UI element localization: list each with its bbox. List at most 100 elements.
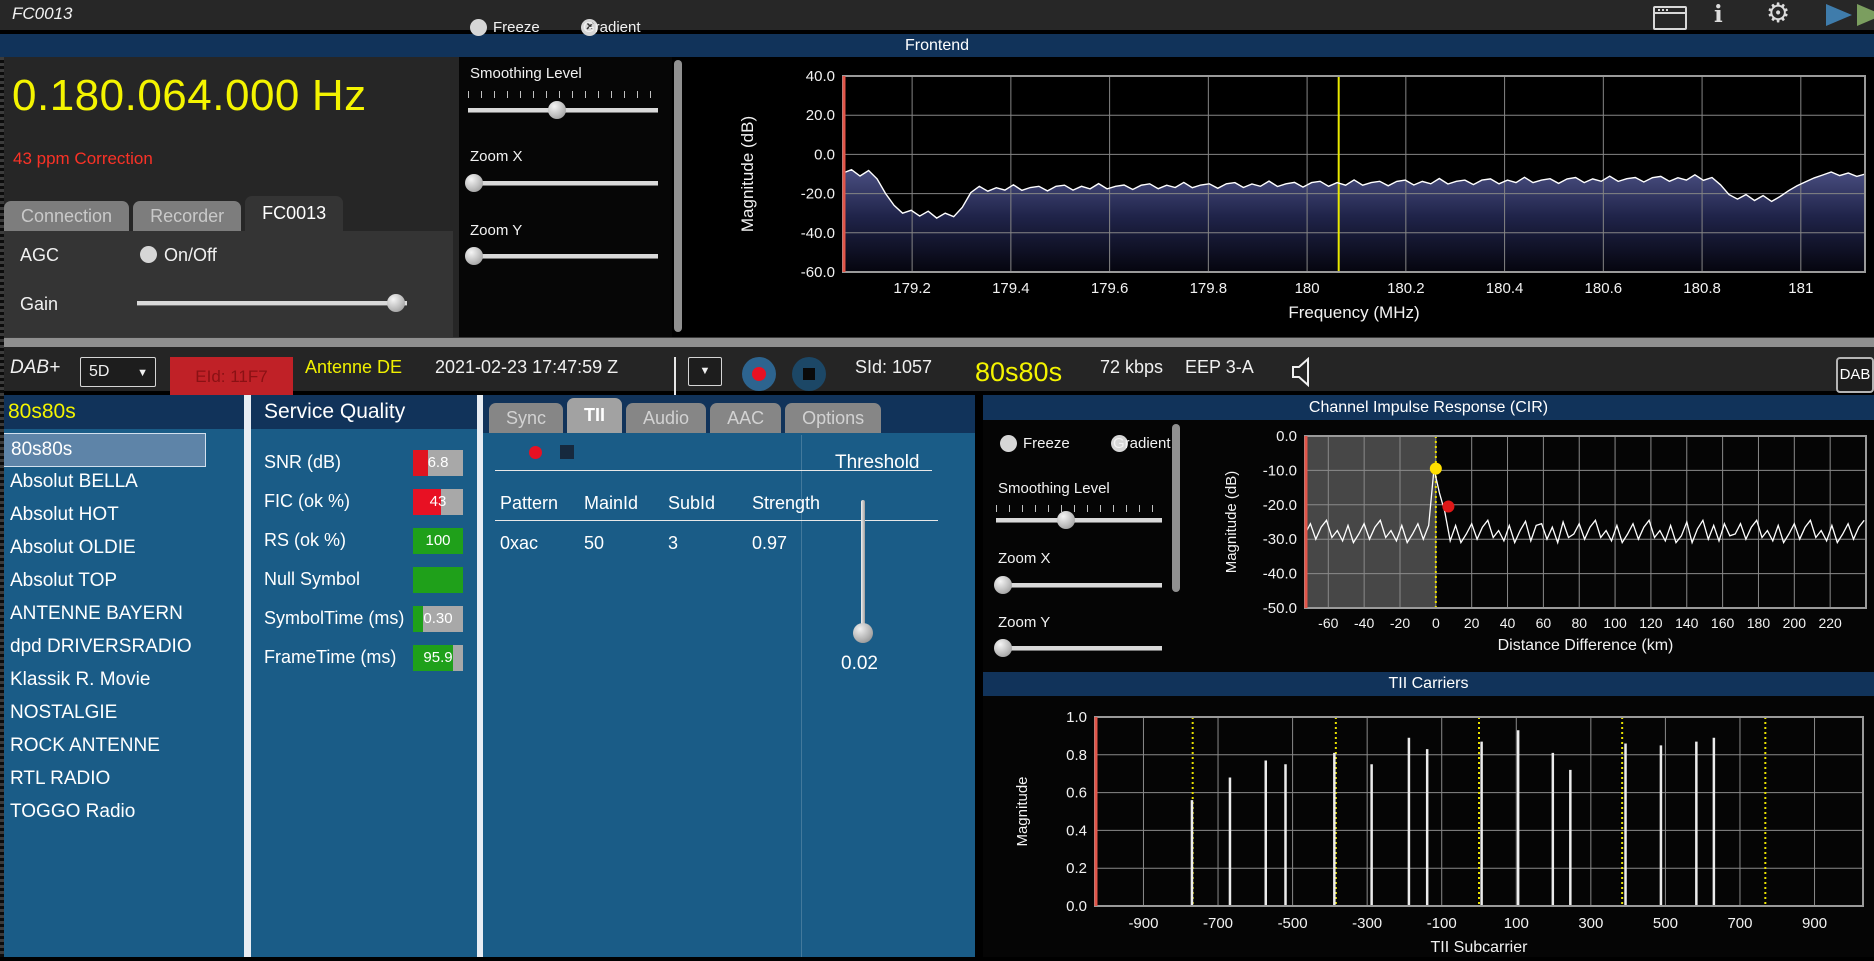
stop-button[interactable] bbox=[792, 357, 826, 391]
svg-text:140: 140 bbox=[1675, 615, 1699, 631]
cir-zoom-x-handle[interactable] bbox=[993, 576, 1012, 594]
service-list-item[interactable]: ROCK ANTENNE bbox=[2, 730, 204, 762]
spectrum-freeze-radio[interactable] bbox=[470, 19, 487, 36]
play-green-icon[interactable] bbox=[1857, 4, 1874, 26]
dab-mode-label: DAB+ bbox=[10, 357, 61, 378]
svg-text:-20.0: -20.0 bbox=[801, 186, 835, 203]
svg-text:120: 120 bbox=[1639, 615, 1663, 631]
quality-bar: 6.8 bbox=[413, 450, 463, 476]
cir-header: Channel Impulse Response (CIR) bbox=[983, 395, 1874, 420]
spectrum-smoothing-ticks bbox=[468, 91, 658, 98]
gain-slider[interactable] bbox=[137, 294, 407, 312]
svg-text:60: 60 bbox=[1536, 615, 1552, 631]
gain-slider-handle[interactable] bbox=[387, 294, 406, 312]
cir-smoothing-slider[interactable] bbox=[996, 511, 1162, 529]
svg-text:-300: -300 bbox=[1352, 915, 1382, 932]
spectrum-smoothing-handle[interactable] bbox=[548, 101, 567, 119]
service-list-item[interactable]: TOGGO Radio bbox=[2, 796, 204, 828]
svg-text:Magnitude (dB): Magnitude (dB) bbox=[738, 116, 757, 232]
record-button[interactable] bbox=[742, 357, 776, 391]
separator bbox=[674, 357, 676, 395]
spectrum-zoom-y-handle[interactable] bbox=[464, 247, 483, 265]
svg-text:80: 80 bbox=[1571, 615, 1587, 631]
dropdown-button[interactable]: ▼ bbox=[688, 357, 722, 386]
channel-select[interactable]: 5D ▼ bbox=[80, 357, 156, 387]
title-bar: FC0013 i ⚙ bbox=[0, 0, 1874, 30]
cir-controls-scrollbar[interactable] bbox=[1172, 424, 1180, 592]
frontend-header: Frontend bbox=[0, 34, 1874, 57]
cir-smoothing-label: Smoothing Level bbox=[998, 480, 1110, 497]
speaker-icon[interactable] bbox=[1290, 357, 1316, 387]
window-icon[interactable] bbox=[1653, 6, 1687, 30]
cir-zoom-y-handle[interactable] bbox=[993, 639, 1012, 657]
tii-table-header: MainId bbox=[584, 493, 639, 513]
svg-text:0.6: 0.6 bbox=[1066, 785, 1087, 802]
tii-carriers-title: TII Carriers bbox=[1388, 675, 1469, 692]
cir-freeze-radio[interactable] bbox=[1000, 435, 1017, 452]
spectrum-zoom-x-handle[interactable] bbox=[464, 174, 483, 192]
agc-onoff-label: On/Off bbox=[164, 245, 217, 265]
tab-audio[interactable]: Audio bbox=[626, 403, 707, 433]
cir-zoom-y-label: Zoom Y bbox=[998, 614, 1051, 631]
service-id: SId: 1057 bbox=[855, 357, 933, 377]
quality-bar: 0.30 bbox=[413, 606, 463, 632]
cir-gradient-label: Gradient bbox=[1113, 435, 1171, 452]
service-list-item[interactable]: Klassik R. Movie bbox=[2, 664, 204, 696]
resize-gutter[interactable] bbox=[0, 57, 4, 957]
spectrum-zoom-y-slider[interactable] bbox=[464, 247, 658, 265]
ppm-correction: 43 ppm Correction bbox=[13, 149, 153, 168]
spectrum-smoothing-slider[interactable] bbox=[468, 101, 658, 119]
threshold-divider bbox=[801, 435, 802, 957]
bitrate-label: 72 kbps bbox=[1100, 357, 1164, 377]
svg-text:220: 220 bbox=[1818, 615, 1842, 631]
tuner-pane: 0.180.064.000 Hz 43 ppm Correction Connec… bbox=[0, 57, 459, 337]
svg-text:180.6: 180.6 bbox=[1585, 280, 1623, 297]
info-icon[interactable]: i bbox=[1714, 1, 1744, 28]
service-list-item[interactable]: RTL RADIO bbox=[2, 763, 204, 795]
threshold-slider-handle[interactable] bbox=[853, 623, 873, 643]
service-list-item[interactable]: Absolut TOP bbox=[2, 565, 204, 597]
quality-bar: 43 bbox=[413, 489, 463, 515]
service-list-item[interactable]: ANTENNE BAYERN bbox=[2, 598, 204, 630]
tii-status-red-dot bbox=[529, 446, 542, 459]
tab-sync[interactable]: Sync bbox=[489, 403, 564, 433]
spectrum-freeze-label: Freeze bbox=[493, 19, 540, 36]
svg-text:20: 20 bbox=[1464, 615, 1480, 631]
tab-options[interactable]: Options bbox=[785, 403, 882, 433]
cir-zoom-x-slider[interactable] bbox=[993, 576, 1162, 594]
service-list-item[interactable]: NOSTALGIE bbox=[2, 697, 204, 729]
play-blue-icon[interactable] bbox=[1826, 4, 1852, 26]
service-list-item[interactable]: Absolut BELLA bbox=[2, 466, 204, 498]
cir-zoom-y-slider[interactable] bbox=[993, 639, 1162, 657]
svg-text:180: 180 bbox=[1295, 280, 1320, 297]
tii-table-cell: 0xac bbox=[500, 533, 539, 553]
svg-text:179.2: 179.2 bbox=[893, 280, 931, 297]
ensemble-name: Antenne DE bbox=[305, 357, 403, 377]
agc-toggle[interactable] bbox=[140, 246, 157, 263]
panel-divider[interactable] bbox=[244, 395, 251, 957]
spectrum-controls-scrollbar[interactable] bbox=[674, 60, 682, 332]
service-list-item[interactable]: dpd DRIVERSRADIO bbox=[2, 631, 204, 663]
service-list-item[interactable]: Absolut OLDIE bbox=[2, 532, 204, 564]
cir-smoothing-handle[interactable] bbox=[1056, 511, 1075, 529]
service-list-item[interactable]: 80s80s bbox=[2, 433, 206, 467]
tab-fc0013[interactable]: FC0013 bbox=[245, 196, 344, 231]
cir-tii-section: Channel Impulse Response (CIR) Freeze Gr… bbox=[983, 395, 1874, 957]
tab-tii[interactable]: TII bbox=[567, 398, 623, 433]
gain-label: Gain bbox=[20, 294, 59, 314]
service-quality-header: Service Quality bbox=[251, 395, 477, 429]
svg-text:-20: -20 bbox=[1390, 615, 1410, 631]
spectrum-zoom-x-slider[interactable] bbox=[464, 174, 658, 192]
tii-status-square bbox=[560, 445, 574, 459]
tab-aac[interactable]: AAC bbox=[710, 403, 782, 433]
tuner-tabs: Connection Recorder FC0013 bbox=[4, 196, 347, 231]
svg-text:Frequency (MHz): Frequency (MHz) bbox=[1288, 303, 1419, 322]
service-list-item[interactable]: Absolut HOT bbox=[2, 499, 204, 531]
tab-connection[interactable]: Connection bbox=[4, 201, 130, 231]
quality-row-label: SymbolTime (ms) bbox=[264, 608, 405, 628]
gear-icon[interactable]: ⚙ bbox=[1766, 0, 1796, 28]
svg-text:-900: -900 bbox=[1128, 915, 1158, 932]
threshold-slider-track[interactable] bbox=[861, 500, 865, 638]
app-window: FC0013 i ⚙ Frontend 0.180.064.000 Hz 43 p… bbox=[0, 0, 1874, 961]
tab-recorder[interactable]: Recorder bbox=[133, 201, 242, 231]
